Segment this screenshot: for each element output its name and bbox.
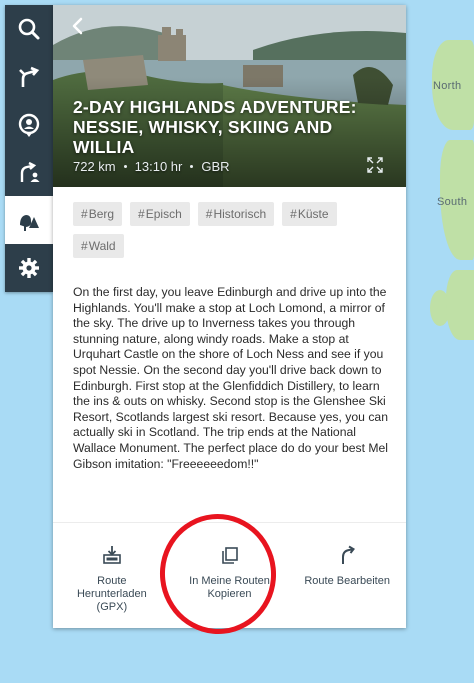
- separator-dot: [123, 165, 127, 168]
- download-gpx-button[interactable]: Route Herunterladen (GPX): [53, 523, 171, 628]
- toolbar-route[interactable]: [5, 53, 53, 101]
- tag-wald[interactable]: #Wald: [73, 234, 124, 258]
- location-pin-icon: [18, 113, 40, 137]
- route-detail-panel: 2-Day Highlands Adventure: Nessie, Whisk…: [53, 5, 406, 628]
- toolbar-explore[interactable]: [5, 196, 53, 245]
- map-label-south: South: [437, 196, 468, 208]
- route-title: 2-Day Highlands Adventure: Nessie, Whisk…: [73, 97, 357, 157]
- route-icon: [19, 66, 40, 87]
- tag-episch[interactable]: #Episch: [130, 202, 190, 226]
- toolbar-settings[interactable]: [5, 244, 53, 292]
- edit-route-label: Route Bearbeiten: [304, 575, 390, 587]
- back-arrow-icon[interactable]: [67, 15, 89, 37]
- map-label-north: North: [433, 80, 462, 92]
- route-hero-image: 2-Day Highlands Adventure: Nessie, Whisk…: [53, 5, 406, 187]
- map-land-south: [446, 270, 474, 340]
- route-distance: 722 km: [73, 159, 116, 174]
- route-duration: 13:10 hr: [134, 159, 183, 174]
- route-actions: Route Herunterladen (GPX) In Meine Route…: [53, 522, 406, 628]
- copy-icon: [221, 547, 238, 564]
- route-country: GBR: [201, 159, 230, 174]
- toolbar-search[interactable]: [5, 5, 53, 53]
- tag-kueste[interactable]: #Küste: [282, 202, 337, 226]
- copy-to-my-routes-button[interactable]: In Meine Routen Kopieren: [171, 523, 289, 628]
- download-gpx-icon: [103, 546, 121, 564]
- toolbar-my-routes[interactable]: [5, 148, 53, 196]
- explore-trees-icon: [20, 215, 39, 232]
- copy-to-my-routes-label: In Meine Routen Kopieren: [189, 575, 270, 600]
- user-route-icon: [20, 162, 40, 183]
- sidebar-toolbar: [5, 5, 53, 292]
- tag-historisch[interactable]: #Historisch: [197, 202, 275, 226]
- search-icon: [18, 18, 40, 40]
- route-meta: 722 km 13:10 hr GBR: [73, 159, 230, 174]
- edit-route-button[interactable]: Route Bearbeiten: [288, 523, 406, 628]
- route-description: On the first day, you leave Edinburgh an…: [73, 285, 389, 471]
- toolbar-places[interactable]: [5, 101, 53, 149]
- route-tags: #Berg #Episch #Historisch #Küste #Wald: [73, 202, 393, 258]
- gear-icon: [19, 258, 39, 279]
- edit-route-icon: [342, 545, 356, 564]
- separator-dot: [190, 165, 194, 168]
- expand-icon[interactable]: [367, 157, 383, 173]
- download-gpx-label: Route Herunterladen (GPX): [76, 575, 147, 613]
- tag-berg[interactable]: #Berg: [73, 202, 123, 226]
